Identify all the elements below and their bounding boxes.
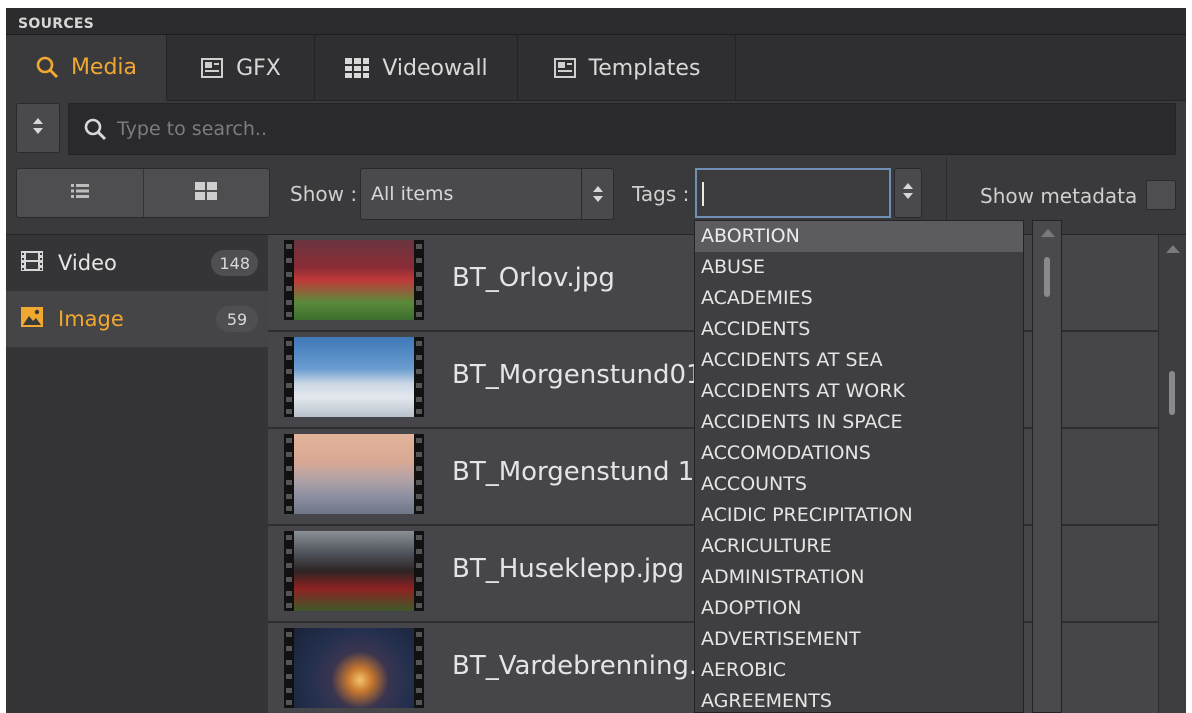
text-caret <box>702 182 704 206</box>
tags-input[interactable] <box>695 168 891 218</box>
list-view-button[interactable] <box>17 169 144 217</box>
scroll-up-icon <box>1041 229 1055 237</box>
tab-label: Templates <box>588 55 701 81</box>
tag-option[interactable]: ADMINISTRATION <box>695 562 1023 593</box>
tags-dropdown-list: ABORTION ABUSE ACADEMIES ACCIDENTS ACCID… <box>694 220 1024 713</box>
tag-option[interactable]: ACCIDENTS <box>695 314 1023 345</box>
tab-gfx[interactable]: GFX <box>167 35 315 101</box>
item-thumbnail <box>284 531 424 611</box>
count-badge: 59 <box>216 306 258 332</box>
select-arrows-icon <box>581 169 613 219</box>
tab-media[interactable]: Media <box>6 35 167 101</box>
tags-label: Tags : <box>632 182 690 206</box>
category-list: Video 148 Image 59 <box>6 234 268 713</box>
tag-option[interactable]: ADVERTISEMENT <box>695 624 1023 655</box>
tag-option[interactable]: AEROBIC <box>695 655 1023 686</box>
tab-bar: Media GFX Videowall Templates <box>6 35 1186 101</box>
tag-option[interactable]: ACRICULTURE <box>695 531 1023 562</box>
panel-header: SOURCES <box>6 8 1186 35</box>
category-label: Video <box>58 251 117 275</box>
category-video[interactable]: Video 148 <box>6 235 268 291</box>
tag-option[interactable]: ACIDIC PRECIPITATION <box>695 500 1023 531</box>
grid-icon <box>195 182 218 204</box>
film-icon <box>20 250 44 276</box>
search-icon <box>83 117 107 141</box>
tag-option[interactable]: ACCIDENTS IN SPACE <box>695 407 1023 438</box>
tag-option[interactable]: ACCIDENTS AT SEA <box>695 345 1023 376</box>
show-metadata-checkbox[interactable] <box>1146 180 1176 210</box>
category-image[interactable]: Image 59 <box>6 291 268 347</box>
show-metadata-label: Show metadata : <box>980 184 1151 208</box>
tags-dropdown-scrollbar[interactable] <box>1032 220 1062 713</box>
tag-option[interactable]: ACCIDENTS AT WORK <box>695 376 1023 407</box>
select-arrows-icon <box>902 181 914 205</box>
item-thumbnail <box>284 337 424 417</box>
tags-dropdown-button[interactable] <box>894 168 922 218</box>
item-list-scrollbar[interactable] <box>1158 235 1186 713</box>
item-name: BT_Morgenstund01 <box>452 360 703 390</box>
grid-view-button[interactable] <box>144 169 270 217</box>
search-icon <box>35 55 59 79</box>
item-name: BT_Orlov.jpg <box>452 263 615 293</box>
tag-option[interactable]: ADOPTION <box>695 593 1023 624</box>
tag-option[interactable]: AGREEMENTS <box>695 686 1023 712</box>
sort-arrows-icon <box>32 116 44 140</box>
count-badge: 148 <box>211 250 258 276</box>
show-filter-select[interactable]: All items <box>360 168 614 220</box>
search-bar <box>68 103 1176 155</box>
list-icon <box>70 183 89 203</box>
scroll-up-icon <box>1166 245 1180 253</box>
category-label: Image <box>58 307 124 331</box>
tab-label: Videowall <box>382 55 488 81</box>
tag-option[interactable]: ACADEMIES <box>695 283 1023 314</box>
scrollbar-thumb[interactable] <box>1169 371 1175 415</box>
videowall-icon <box>344 57 370 79</box>
tag-option[interactable]: ACCOMODATIONS <box>695 438 1023 469</box>
templates-icon <box>553 57 577 79</box>
search-input[interactable] <box>117 118 1017 140</box>
sort-toggle-button[interactable] <box>16 103 60 153</box>
view-mode-toggle <box>16 168 270 218</box>
tab-videowall[interactable]: Videowall <box>315 35 518 101</box>
item-thumbnail <box>284 628 424 708</box>
scrollbar-thumb[interactable] <box>1044 257 1050 297</box>
show-filter-value: All items <box>371 183 454 205</box>
image-icon <box>20 306 44 332</box>
divider <box>946 158 947 228</box>
gfx-icon <box>200 57 224 79</box>
item-name: BT_Huseklepp.jpg <box>452 554 685 584</box>
item-name: BT_Vardebrenning.j <box>452 651 705 681</box>
tab-label: GFX <box>236 55 281 81</box>
item-thumbnail <box>284 240 424 320</box>
sources-panel: SOURCES Media GFX Videowall Templates Ty… <box>6 8 1186 713</box>
tab-label: Media <box>70 54 138 80</box>
tag-option[interactable]: ACCOUNTS <box>695 469 1023 500</box>
tab-templates[interactable]: Templates <box>518 35 736 101</box>
item-thumbnail <box>284 434 424 514</box>
show-label: Show : <box>290 182 358 206</box>
tag-option[interactable]: ABUSE <box>695 252 1023 283</box>
item-name: BT_Morgenstund 1. <box>452 457 703 487</box>
panel-title: SOURCES <box>18 16 95 32</box>
tag-option[interactable]: ABORTION <box>695 221 1023 252</box>
